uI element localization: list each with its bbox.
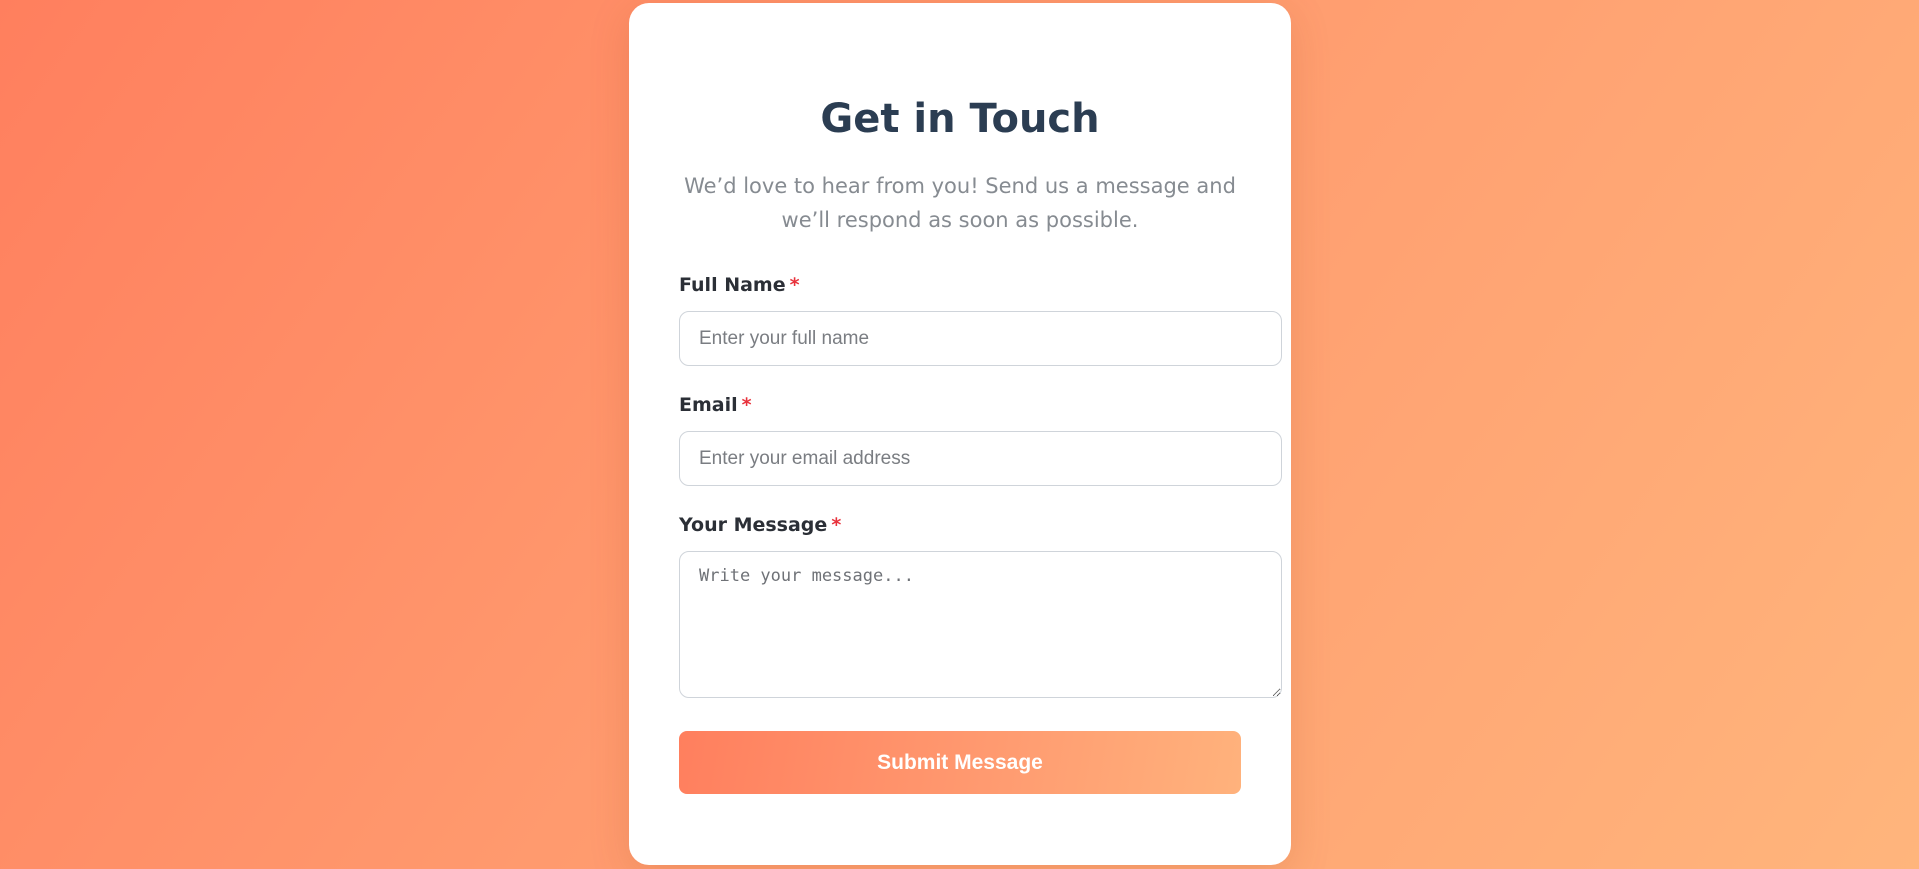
required-marker: * xyxy=(831,514,842,536)
full-name-label: Full Name * xyxy=(679,271,800,299)
full-name-label-text: Full Name xyxy=(679,274,786,296)
required-marker: * xyxy=(741,394,752,416)
email-label: Email * xyxy=(679,391,752,419)
message-textarea[interactable] xyxy=(679,551,1282,698)
full-name-input[interactable] xyxy=(679,311,1282,366)
email-label-text: Email xyxy=(679,394,738,416)
message-label-text: Your Message xyxy=(679,514,828,536)
contact-card: Get in Touch We’d love to hear from you!… xyxy=(629,3,1291,865)
form-subtitle: We’d love to hear from you! Send us a me… xyxy=(684,174,1236,232)
email-input[interactable] xyxy=(679,431,1282,486)
form-title: Get in Touch xyxy=(820,96,1100,142)
submit-message-button[interactable]: Submit Message xyxy=(679,731,1241,794)
required-marker: * xyxy=(789,274,800,296)
message-label: Your Message * xyxy=(679,511,841,539)
